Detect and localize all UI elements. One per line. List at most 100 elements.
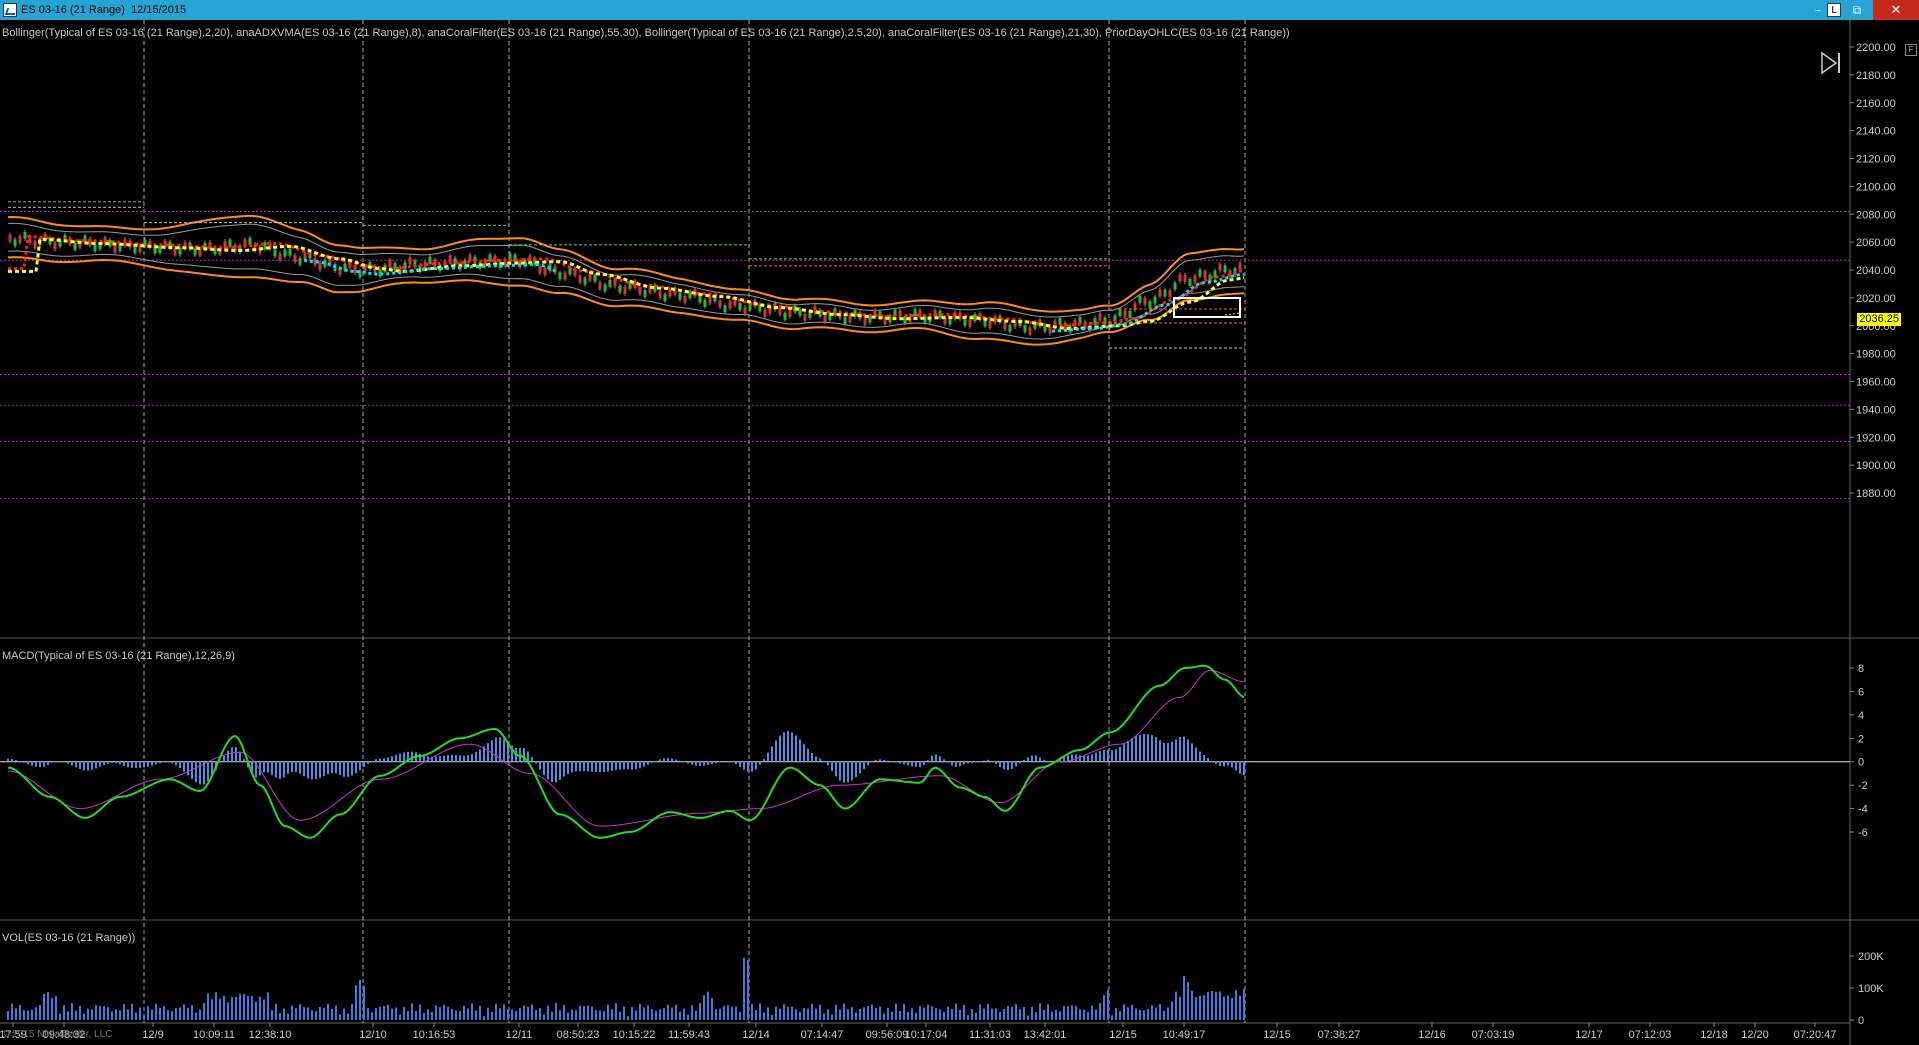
volume-bar — [1163, 1010, 1165, 1020]
chart-area[interactable]: 2200.00 2180.00 2160.00 2140.00 2120.00 2100.… — [0, 20, 1919, 1045]
close-button[interactable]: ✕ — [1873, 0, 1919, 20]
candle-body — [683, 295, 687, 303]
macd-histogram-bar — [991, 761, 993, 762]
macd-histogram-bar — [119, 761, 121, 765]
volume-bar — [315, 1011, 317, 1020]
volume-bar — [1179, 997, 1181, 1020]
y-tick-label: 1880.00 — [1856, 488, 1896, 500]
x-tick-label: 07:14:47 — [801, 1029, 844, 1041]
y-tick-label: 2060.00 — [1856, 237, 1896, 249]
x-tick-label: 11:59:43 — [668, 1029, 710, 1041]
link-button[interactable]: L — [1827, 3, 1841, 17]
volume-bar — [811, 1003, 813, 1020]
volume-bar — [779, 1008, 781, 1020]
y-tick-label: 4 — [1858, 710, 1864, 722]
minimize-button[interactable]: – — [1809, 0, 1827, 20]
volume-bar — [599, 1010, 601, 1020]
macd-panel-label: MACD(Typical of ES 03-16 (21 Range),12,2… — [2, 650, 235, 662]
macd-histogram-bar — [403, 752, 405, 762]
macd-histogram-bar — [999, 761, 1001, 768]
macd-histogram-bar — [791, 732, 793, 762]
volume-bar — [695, 1010, 697, 1020]
last-price-line — [1224, 312, 1241, 316]
macd-histogram-bar — [531, 757, 533, 762]
volume-bar — [195, 1012, 197, 1020]
volume-bar — [979, 1004, 981, 1020]
candle-body — [8, 234, 12, 242]
macd-histogram-bar — [51, 761, 53, 763]
macd-histogram-bar — [363, 761, 365, 767]
coral-filter-slow-line — [8, 237, 1245, 330]
macd-histogram-bar — [1195, 747, 1197, 762]
candle-body — [1163, 289, 1167, 297]
panel-settings-icon[interactable]: F — [1905, 44, 1917, 56]
candle-body — [603, 284, 607, 292]
volume-bar — [427, 1009, 429, 1020]
volume-bar — [1211, 990, 1213, 1020]
volume-bar — [155, 1003, 157, 1020]
volume-bar — [51, 998, 53, 1020]
macd-histogram-bar — [579, 761, 581, 772]
volume-bar — [407, 1011, 409, 1020]
volume-bar — [355, 985, 357, 1020]
volume-bar — [1227, 995, 1229, 1020]
volume-bar — [59, 1013, 61, 1020]
volume-bar — [375, 1008, 377, 1020]
macd-histogram-bar — [195, 761, 197, 783]
x-tick-label: 10:16:53 — [413, 1029, 456, 1041]
volume-bar — [435, 1005, 437, 1020]
macd-histogram-bar — [171, 761, 173, 764]
volume-bar — [1071, 1005, 1073, 1020]
macd-histogram-bar — [155, 761, 157, 765]
candle-body — [538, 266, 542, 274]
restore-button[interactable]: ⧉ — [1841, 0, 1873, 20]
macd-histogram-bar — [843, 761, 845, 783]
candle-body — [903, 316, 907, 324]
volume-bar — [211, 999, 213, 1020]
macd-histogram-bar — [83, 761, 85, 771]
volume-bar — [1099, 1003, 1101, 1020]
macd-histogram-bar — [615, 761, 617, 771]
macd-histogram-bar — [231, 747, 233, 762]
x-tick-label: 12/18 — [1700, 1029, 1728, 1041]
macd-histogram-bar — [331, 761, 333, 774]
macd-histogram-bar — [183, 761, 185, 772]
macd-histogram-bar — [1095, 752, 1097, 762]
volume-bar — [83, 1013, 85, 1020]
volume-bar — [579, 1005, 581, 1020]
copyright-text: © 2015 NinjaTrader, LLC — [2, 1029, 113, 1040]
macd-histogram-bar — [975, 761, 977, 763]
volume-bar — [467, 1008, 469, 1020]
y-tick-label: 2040.00 — [1856, 265, 1896, 277]
macd-histogram-bar — [835, 761, 837, 777]
macd-histogram-bar — [567, 761, 569, 775]
volume-bar — [1047, 1004, 1049, 1020]
volume-bar — [863, 1007, 865, 1020]
candle-body — [718, 300, 722, 308]
x-tick-label: 07:20:47 — [1794, 1029, 1837, 1041]
volume-bar — [431, 1011, 433, 1020]
macd-histogram-bar — [179, 761, 181, 769]
macd-histogram-bar — [319, 761, 321, 778]
volume-bar — [987, 1004, 989, 1020]
volume-bar — [835, 1004, 837, 1020]
volume-bar — [291, 1005, 293, 1020]
volume-bar — [955, 1003, 957, 1020]
volume-bar — [11, 1003, 13, 1020]
macd-histogram-bar — [99, 761, 101, 767]
macd-histogram-bar — [939, 756, 941, 762]
macd-histogram-bar — [479, 749, 481, 762]
volume-bar — [403, 1006, 405, 1020]
macd-histogram-bar — [103, 761, 105, 766]
volume-bar — [887, 1007, 889, 1020]
x-tick-label: 12/15 — [1263, 1029, 1291, 1041]
y-tick-label: 2200.00 — [1856, 42, 1896, 54]
macd-histogram-bar — [923, 761, 925, 766]
candle-body — [193, 248, 197, 256]
macd-histogram-bar — [343, 761, 345, 777]
chart-canvas[interactable]: 2200.00 2180.00 2160.00 2140.00 2120.00 2100.… — [0, 20, 1919, 1045]
scroll-to-end-button[interactable] — [1818, 50, 1844, 76]
macd-histogram-bar — [163, 761, 165, 763]
macd-histogram-bar — [127, 761, 129, 768]
volume-bar — [67, 1011, 69, 1020]
